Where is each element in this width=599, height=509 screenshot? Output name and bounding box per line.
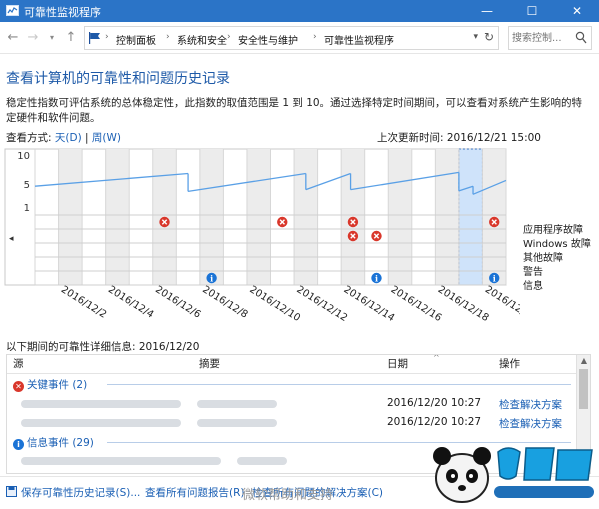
- close-button[interactable]: ✕: [555, 0, 599, 22]
- watermark-logo: [433, 447, 594, 503]
- reliability-chart[interactable]: 1051◂i i i2016/12/22016/12/42016/12/62016/…: [0, 145, 520, 340]
- back-arrow-icon[interactable]: ←: [6, 30, 20, 46]
- refresh-icon[interactable]: ↻: [484, 30, 494, 44]
- reliability-monitor-icon: [6, 5, 19, 16]
- chart-column-shade: [105, 149, 130, 285]
- forward-arrow-icon[interactable]: →: [26, 30, 40, 46]
- view-by-bar: 查看方式: 天(D) | 周(W): [6, 130, 121, 145]
- row-date: 2016/12/20 10:27: [387, 397, 482, 409]
- chart-column-shade: [199, 149, 224, 285]
- legend-information: 信息: [523, 281, 543, 292]
- title-bar: 可靠性监视程序 — ☐ ✕: [0, 0, 599, 22]
- breadcrumb-separator-icon: ›: [105, 32, 109, 42]
- breadcrumb-control-panel[interactable]: 控制面板: [116, 32, 156, 47]
- chart-column-shade: [388, 149, 412, 285]
- information-event-i-mark: i: [210, 274, 213, 284]
- window-title: 可靠性监视程序: [24, 6, 101, 19]
- view-by-separator: |: [81, 132, 92, 144]
- redacted-summary: [237, 457, 287, 465]
- sort-ascending-icon: ^: [433, 354, 440, 362]
- navigation-bar: ← → ▾ ↑ › 控制面板 › 系统和安全 › 安全性与维护 › 可靠性监视程…: [0, 22, 599, 54]
- group-information-label: 信息事件 (29): [27, 437, 94, 449]
- redacted-source: [21, 457, 221, 465]
- critical-icon: ✕: [13, 381, 24, 392]
- y-tick-label: 1: [24, 203, 30, 214]
- details-header: 以下期间的可靠性详细信息: 2016/12/20: [6, 341, 200, 353]
- x-date-label: 2016/12/10: [247, 284, 302, 324]
- last-updated-time: 上次更新时间: 2016/12/21 15:00: [377, 132, 541, 144]
- x-date-label: 2016/12/18: [436, 284, 491, 324]
- column-date[interactable]: 日期: [387, 355, 408, 373]
- x-date-label: 2016/12/14: [342, 284, 397, 324]
- chart-column-shade: [246, 149, 271, 285]
- scroll-up-icon[interactable]: ▲: [577, 356, 590, 365]
- breadcrumb-separator-icon: ›: [166, 32, 170, 42]
- search-icon[interactable]: [575, 31, 587, 45]
- minimize-button[interactable]: —: [465, 0, 509, 22]
- x-date-label: 2016/12/12: [294, 284, 349, 324]
- x-date-label: 2016/12/4: [106, 284, 155, 321]
- legend-misc-failures: 其他故障: [523, 253, 563, 264]
- chart-column-shade: [435, 149, 459, 285]
- x-date-label: 2016/12/8: [200, 284, 249, 321]
- information-event-i-mark: i: [493, 274, 496, 284]
- legend-application-failures: 应用程序故障: [523, 225, 583, 236]
- selected-day-column[interactable]: [458, 148, 483, 286]
- legend-warnings: 警告: [523, 267, 543, 278]
- group-critical-label: 关键事件 (2): [27, 379, 88, 391]
- x-date-label: 2016/12/6: [153, 284, 202, 321]
- breadcrumb-security-maintenance[interactable]: 安全性与维护: [238, 32, 298, 47]
- information-event-i-mark: i: [375, 274, 378, 284]
- search-input[interactable]: [512, 30, 574, 46]
- row-date: 2016/12/20 10:27: [387, 416, 482, 428]
- column-summary[interactable]: 摘要: [199, 355, 220, 373]
- check-solution-link[interactable]: 检查解决方案: [499, 397, 562, 412]
- y-tick-label: 10: [17, 151, 30, 162]
- control-panel-flag-icon: [89, 32, 100, 44]
- watermark-text: 微软帮助和支持: [242, 488, 334, 503]
- group-divider: [107, 384, 571, 385]
- save-history-link[interactable]: 保存可靠性历史记录(S)...: [6, 485, 140, 500]
- column-source[interactable]: 源: [13, 355, 24, 373]
- view-by-label: 查看方式:: [6, 132, 55, 144]
- up-arrow-icon[interactable]: ↑: [64, 30, 78, 46]
- x-date-label: 2016/12/2: [59, 284, 108, 321]
- view-by-week-link[interactable]: 周(W): [92, 132, 121, 144]
- check-solution-link[interactable]: 检查解决方案: [499, 416, 562, 431]
- x-date-label: 2016/12/16: [389, 284, 444, 324]
- breadcrumb-reliability-monitor[interactable]: 可靠性监视程序: [324, 32, 394, 47]
- address-dropdown-icon[interactable]: ▾: [473, 32, 478, 42]
- view-by-day-link[interactable]: 天(D): [55, 132, 82, 144]
- column-action[interactable]: 操作: [499, 355, 520, 373]
- header-divider: [7, 373, 577, 374]
- breadcrumb-separator-icon: ›: [313, 32, 317, 42]
- search-box[interactable]: [508, 26, 592, 50]
- chart-scroll-left-icon[interactable]: ◂: [9, 234, 14, 244]
- chart-column-shade: [58, 149, 83, 285]
- scrollbar-thumb[interactable]: [579, 369, 588, 409]
- chart-column-shade: [294, 149, 318, 285]
- legend-windows-failures: Windows 故障: [523, 239, 591, 250]
- page-description: 稳定性指数可评估系统的总体稳定性，此指数的取值范围是 1 到 10。通过选择特定…: [6, 97, 583, 124]
- save-history-label: 保存可靠性历史记录(S)...: [21, 487, 141, 499]
- redacted-source: [21, 400, 181, 408]
- page-title: 查看计算机的可靠性和问题历史记录: [6, 71, 230, 87]
- redacted-summary: [197, 400, 277, 408]
- maximize-button[interactable]: ☐: [510, 0, 554, 22]
- redacted-source: [21, 419, 181, 427]
- breadcrumb-separator-icon: ›: [227, 32, 231, 42]
- information-icon: i: [13, 439, 24, 450]
- group-information-events[interactable]: i 信息事件 (29): [13, 435, 94, 450]
- recent-locations-dropdown-icon[interactable]: ▾: [45, 30, 59, 46]
- group-critical-events[interactable]: ✕ 关键事件 (2): [13, 377, 87, 392]
- save-icon: [6, 486, 17, 497]
- breadcrumb-system-security[interactable]: 系统和安全: [177, 32, 227, 47]
- y-tick-label: 5: [24, 180, 30, 191]
- address-bar[interactable]: › 控制面板 › 系统和安全 › 安全性与维护 › 可靠性监视程序 ▾ ↻: [84, 26, 499, 50]
- view-all-reports-link[interactable]: 查看所有问题报告(R): [145, 485, 245, 500]
- redacted-summary: [197, 419, 277, 427]
